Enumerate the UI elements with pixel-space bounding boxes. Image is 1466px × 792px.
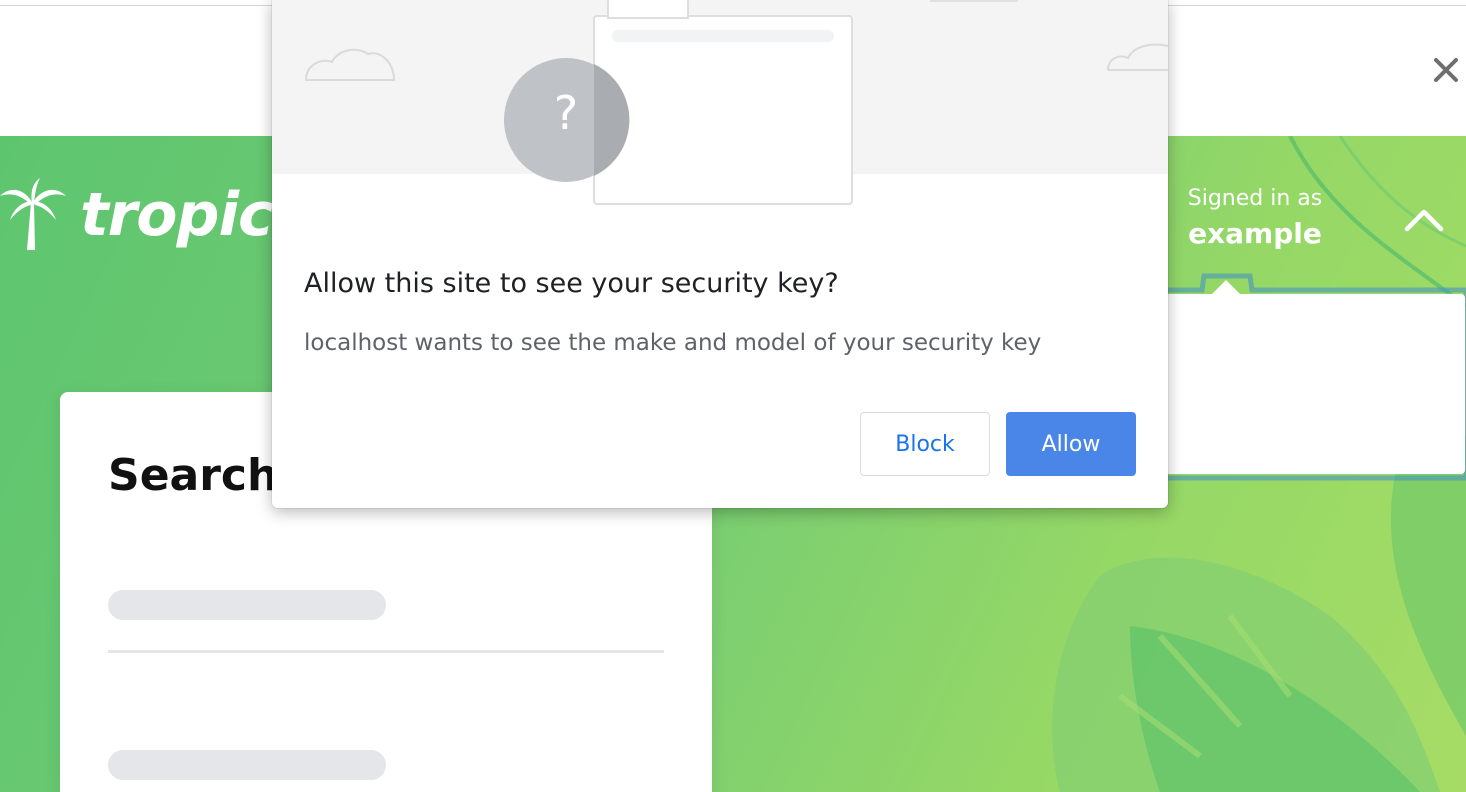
close-button[interactable] bbox=[1426, 50, 1466, 90]
dialog-title: Allow this site to see your security key… bbox=[304, 268, 839, 299]
signed-in-label: Signed in as bbox=[1187, 186, 1323, 211]
search-title: Search bbox=[108, 450, 279, 501]
close-icon bbox=[1434, 58, 1458, 82]
username: example bbox=[1188, 217, 1322, 250]
block-button[interactable]: Block bbox=[860, 412, 990, 476]
chevron-up-icon bbox=[1404, 209, 1444, 232]
security-key-illustration bbox=[304, 0, 1168, 205]
palm-tree-icon bbox=[0, 178, 66, 250]
dialog-illustration: ? bbox=[272, 0, 1168, 205]
account-info: Signed in as example bbox=[1170, 186, 1340, 250]
skeleton-line bbox=[108, 750, 386, 780]
popover-arrow bbox=[1210, 280, 1242, 296]
dialog-body: localhost wants to see the make and mode… bbox=[304, 330, 1042, 356]
account-popover bbox=[1165, 294, 1465, 474]
account-toggle-button[interactable] bbox=[1396, 200, 1452, 240]
permission-dialog: ? Allow this site to see your security k… bbox=[272, 0, 1168, 508]
card-divider bbox=[108, 650, 664, 653]
question-mark-icon: ? bbox=[553, 86, 579, 140]
allow-button[interactable]: Allow bbox=[1006, 412, 1136, 476]
site-logo[interactable]: tropica bbox=[0, 178, 313, 252]
skeleton-line bbox=[108, 590, 386, 620]
